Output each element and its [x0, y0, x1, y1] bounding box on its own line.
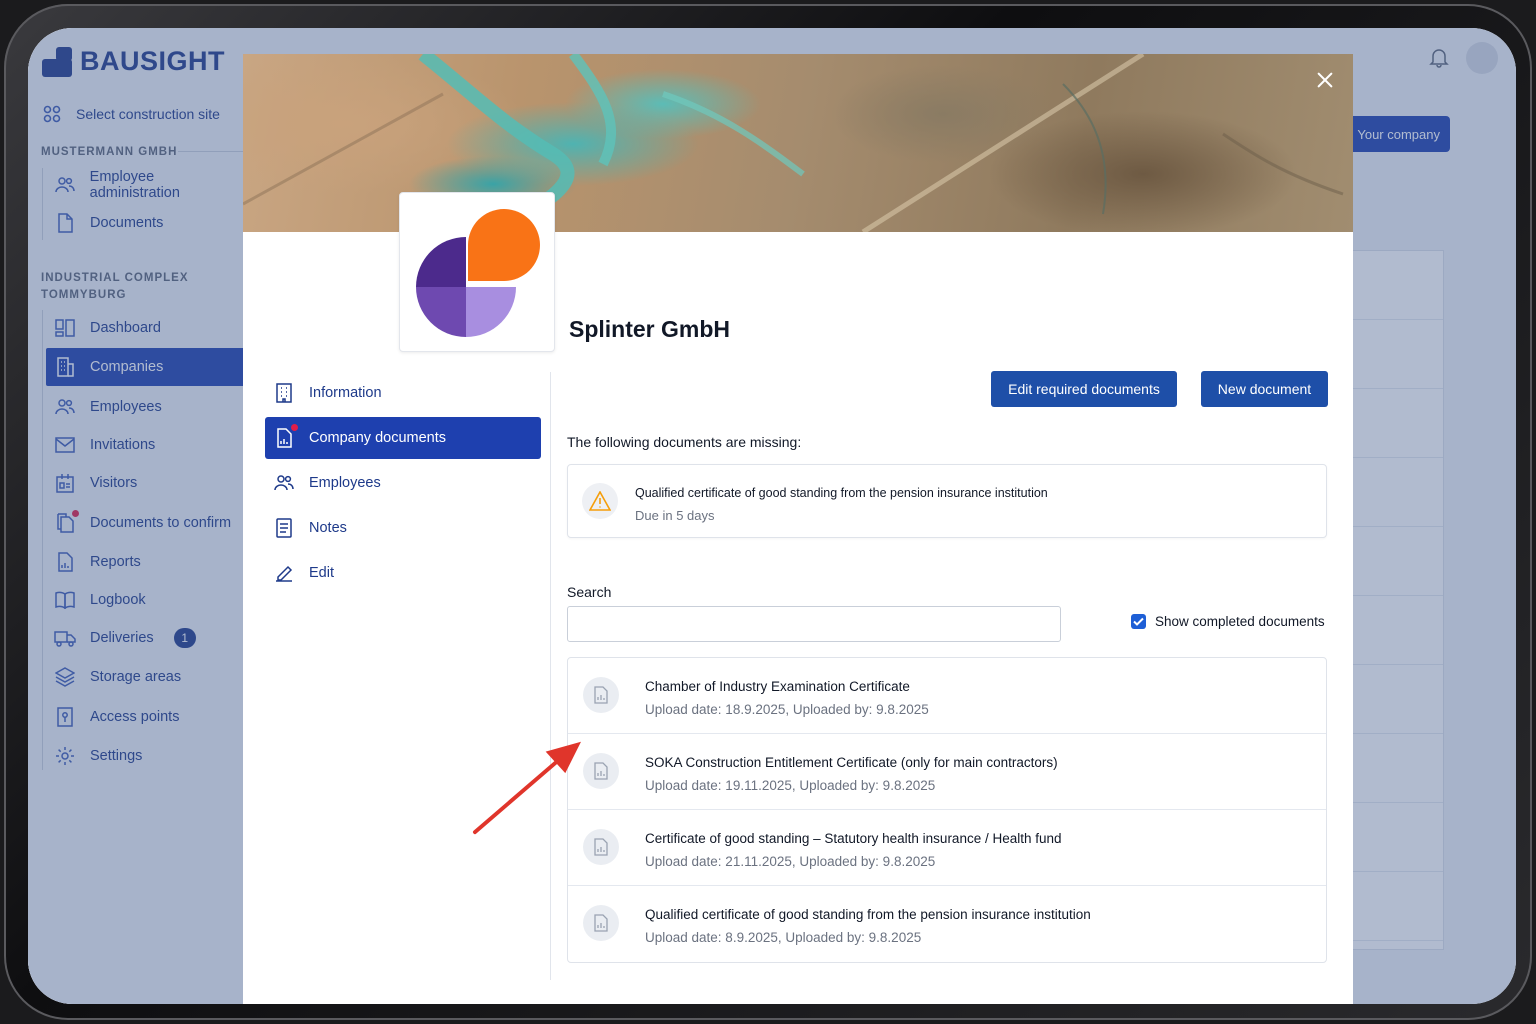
annotation-arrow-icon [472, 741, 581, 835]
users-icon [273, 472, 295, 494]
warning-icon [582, 483, 618, 519]
document-name: Certificate of good standing – Statutory… [645, 831, 1062, 846]
company-logo [399, 192, 555, 352]
tab-company-documents[interactable]: Company documents [265, 417, 541, 459]
show-completed-label: Show completed documents [1155, 614, 1325, 629]
search-input[interactable] [567, 606, 1061, 642]
list-item[interactable]: Qualified certificate of good standing f… [568, 886, 1326, 962]
search-label: Search [567, 584, 612, 600]
device-frame: BAUSIGHT Select construction site MUSTER… [4, 4, 1532, 1020]
notes-icon [273, 517, 295, 539]
screen: BAUSIGHT Select construction site MUSTER… [28, 28, 1516, 1004]
missing-document-card[interactable]: Qualified certificate of good standing f… [567, 464, 1327, 538]
document-name: Qualified certificate of good standing f… [645, 907, 1091, 922]
file-icon [583, 753, 619, 789]
document-meta: Upload date: 18.9.2025, Uploaded by: 9.8… [645, 702, 929, 717]
edit-required-documents-button[interactable]: Edit required documents [991, 371, 1177, 407]
tab-label: Notes [309, 520, 347, 536]
tab-label: Information [309, 385, 382, 401]
list-item[interactable]: Chamber of Industry Examination Certific… [568, 658, 1326, 734]
file-icon [583, 829, 619, 865]
document-name: SOKA Construction Entitlement Certificat… [645, 755, 1058, 770]
company-nav: Information Company documents Employees [265, 372, 541, 597]
document-meta: Upload date: 21.11.2025, Uploaded by: 9.… [645, 854, 936, 869]
file-icon [583, 905, 619, 941]
document-meta: Upload date: 8.9.2025, Uploaded by: 9.8.… [645, 930, 922, 945]
nav-divider [550, 372, 551, 980]
tab-notes[interactable]: Notes [265, 507, 541, 549]
missing-document-name: Qualified certificate of good standing f… [635, 486, 1048, 500]
show-completed-checkbox[interactable] [1131, 614, 1146, 629]
document-meta: Upload date: 19.11.2025, Uploaded by: 9.… [645, 778, 936, 793]
notification-dot [291, 424, 298, 431]
document-name: Chamber of Industry Examination Certific… [645, 679, 910, 694]
list-item[interactable]: Certificate of good standing – Statutory… [568, 810, 1326, 886]
building-icon [273, 382, 295, 404]
company-modal: Splinter GmbH Information Company docume… [243, 54, 1353, 1004]
tab-label: Company documents [309, 430, 447, 446]
document-icon [273, 424, 298, 449]
document-list: Chamber of Industry Examination Certific… [567, 657, 1327, 963]
tab-label: Edit [309, 565, 334, 581]
tab-information[interactable]: Information [265, 372, 541, 414]
company-name: Splinter GmbH [569, 316, 731, 342]
new-document-button[interactable]: New document [1201, 371, 1328, 407]
missing-documents-title: The following documents are missing: [567, 434, 802, 450]
pencil-icon [273, 562, 295, 584]
tab-employees[interactable]: Employees [265, 462, 541, 504]
list-item[interactable]: SOKA Construction Entitlement Certificat… [568, 734, 1326, 810]
missing-document-due: Due in 5 days [635, 508, 715, 523]
tab-label: Employees [309, 475, 381, 491]
tab-edit[interactable]: Edit [265, 552, 541, 594]
file-icon [583, 677, 619, 713]
close-icon[interactable] [1313, 68, 1337, 92]
show-completed-toggle[interactable]: Show completed documents [1131, 614, 1325, 629]
